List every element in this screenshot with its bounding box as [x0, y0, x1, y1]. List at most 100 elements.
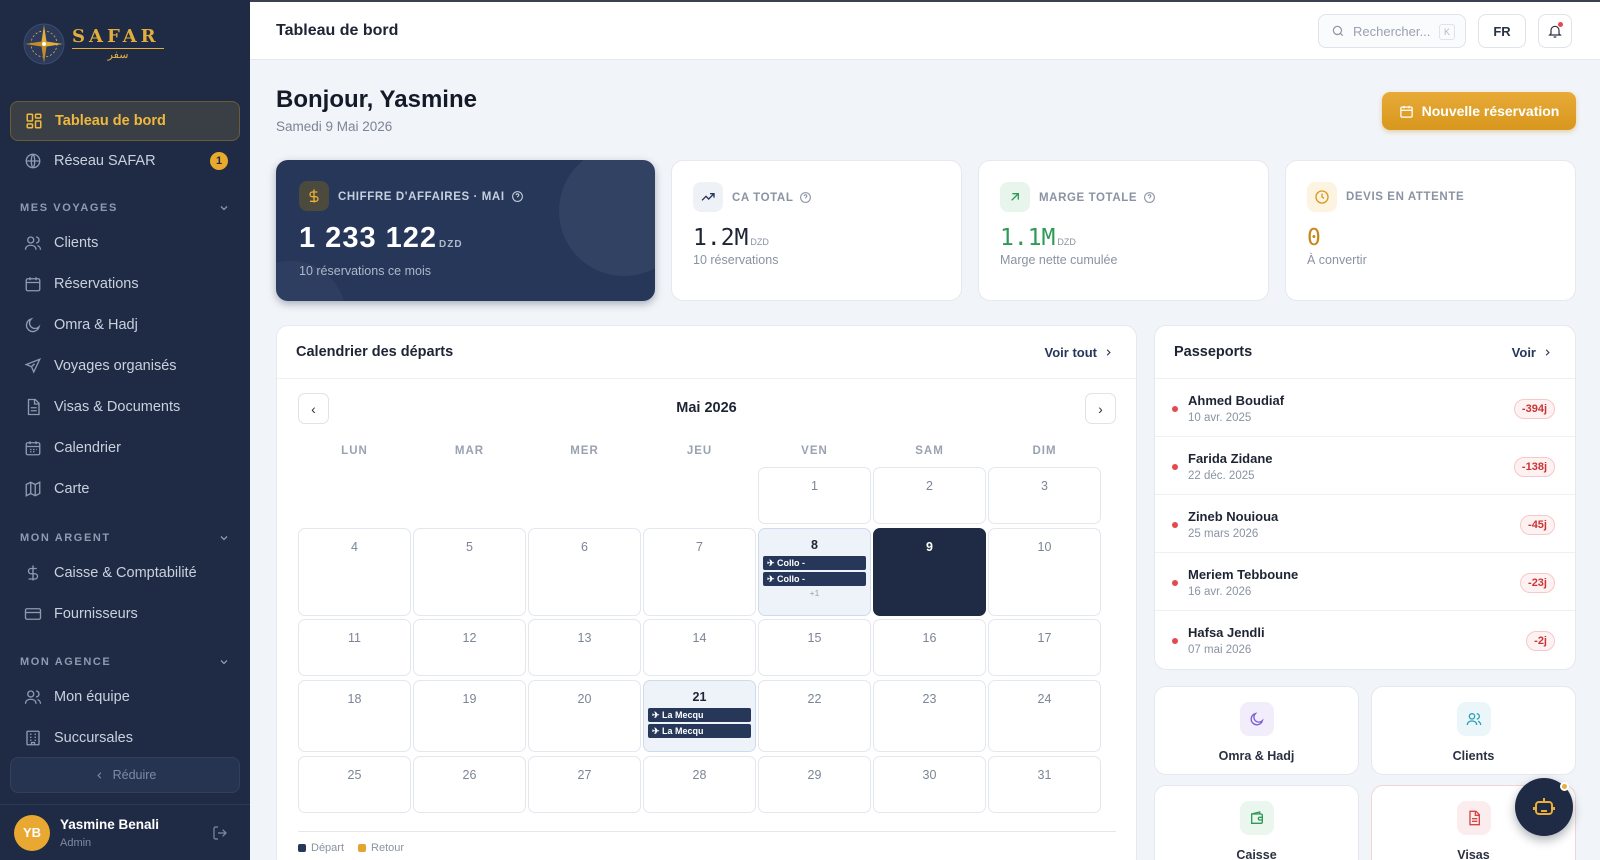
calendar-day[interactable]: 26	[413, 756, 526, 813]
calendar-day[interactable]: 9	[873, 528, 986, 616]
sidebar-item-carte[interactable]: Carte	[10, 469, 240, 509]
calendar-day[interactable]: 27	[528, 756, 641, 813]
calendar-day[interactable]: 31	[988, 756, 1101, 813]
sidebar-item-succursales[interactable]: Succursales	[10, 718, 240, 758]
user-name: Yasmine Benali	[60, 816, 160, 832]
calendar-day[interactable]: 3	[988, 467, 1101, 524]
passport-row[interactable]: Zineb Nouioua 25 mars 2026 -45j	[1155, 494, 1575, 552]
calendar-day[interactable]: 6	[528, 528, 641, 616]
section-mon-agence[interactable]: MON AGENCE	[20, 656, 230, 668]
top-bar: Tableau de bord Rechercher... K FR	[250, 0, 1600, 60]
help-icon[interactable]	[799, 191, 812, 204]
chevron-right-icon	[1106, 349, 1111, 356]
kpi-label: CA TOTAL	[732, 191, 812, 204]
wallet-icon	[1239, 801, 1274, 835]
sidebar-item-equipe[interactable]: Mon équipe	[10, 677, 240, 717]
calendar-day[interactable]: 29	[758, 756, 871, 813]
calendar-day[interactable]: 14	[643, 619, 756, 676]
chevron-down-icon	[220, 536, 228, 541]
shortcut-omra[interactable]: Omra & Hadj	[1154, 686, 1359, 775]
calendar-day[interactable]: 19	[413, 680, 526, 752]
help-icon[interactable]	[511, 190, 524, 203]
calendar-day[interactable]: 11	[298, 619, 411, 676]
sidebar-item-label: Tableau de bord	[55, 113, 166, 129]
new-reservation-button[interactable]: Nouvelle réservation	[1382, 92, 1576, 130]
card-icon	[24, 608, 42, 620]
sidebar-item-reservations[interactable]: Réservations	[10, 264, 240, 304]
sidebar-item-voyages[interactable]: Voyages organisés	[10, 346, 240, 386]
day-number: 24	[1037, 692, 1052, 706]
language-switch[interactable]: FR	[1478, 14, 1526, 48]
calendar-day[interactable]: 22	[758, 680, 871, 752]
calendar-day[interactable]: 7	[643, 528, 756, 616]
calendar-day[interactable]: 24	[988, 680, 1101, 752]
notifications-button[interactable]	[1538, 14, 1572, 48]
passport-row[interactable]: Meriem Tebboune 16 avr. 2026 -23j	[1155, 552, 1575, 610]
day-number: 21	[692, 690, 707, 704]
departure-event[interactable]: ✈ Collo -	[763, 572, 866, 586]
departure-event[interactable]: ✈ Collo -	[763, 556, 866, 570]
calendar-day[interactable]: 13	[528, 619, 641, 676]
sidebar-item-fournisseurs[interactable]: Fournisseurs	[10, 594, 240, 634]
shortcut-label: Visas	[1457, 848, 1490, 860]
calendar-day[interactable]: 18	[298, 680, 411, 752]
calendar-day[interactable]: 23	[873, 680, 986, 752]
day-number: 9	[926, 540, 933, 554]
kpi-subtitle: À convertir	[1307, 253, 1367, 267]
calendar-day[interactable]: 4	[298, 528, 411, 616]
section-mon-argent[interactable]: MON ARGENT	[20, 532, 230, 544]
search-input[interactable]: Rechercher... K	[1318, 14, 1466, 48]
calendar-day[interactable]: 30	[873, 756, 986, 813]
calendar-day[interactable]: 16	[873, 619, 986, 676]
greeting-title: Bonjour, Yasmine	[276, 86, 477, 113]
calendar-day[interactable]: 8 ✈ Collo - ✈ Collo - +1	[758, 528, 871, 616]
sidebar-item-reseau[interactable]: Réseau SAFAR 1	[10, 141, 240, 181]
shortcut-label: Omra & Hadj	[1218, 749, 1295, 763]
legend-label: Retour	[371, 842, 405, 854]
departure-event[interactable]: ✈ La Mecqu	[648, 724, 751, 738]
day-number: 11	[348, 631, 361, 645]
calendar-day[interactable]: 15	[758, 619, 871, 676]
calendar-day[interactable]: 1	[758, 467, 871, 524]
logout-icon[interactable]	[212, 825, 228, 841]
view-all-link[interactable]: Voir tout	[1045, 345, 1114, 360]
more-events-indicator[interactable]: +1	[759, 588, 870, 598]
compass-logo-icon	[23, 23, 65, 65]
calendar-day[interactable]: 20	[528, 680, 641, 752]
sidebar-item-visas[interactable]: Visas & Documents	[10, 387, 240, 427]
sidebar-item-dashboard[interactable]: Tableau de bord	[10, 101, 240, 141]
sidebar-item-calendrier[interactable]: Calendrier	[10, 428, 240, 468]
next-month-button[interactable]: ›	[1085, 393, 1116, 424]
notification-badge: 1	[210, 152, 228, 170]
calendar-day[interactable]: 2	[873, 467, 986, 524]
sidebar-item-clients[interactable]: Clients	[10, 223, 240, 263]
day-number: 1	[811, 479, 818, 493]
help-icon[interactable]	[1143, 191, 1156, 204]
calendar-day[interactable]: 12	[413, 619, 526, 676]
previous-month-button[interactable]: ‹	[298, 393, 329, 424]
kpi-value: 1.2M DZD	[693, 225, 769, 251]
passports-card: Passeports Voir Ahmed Boudiaf 10 avr. 20…	[1154, 325, 1576, 670]
passport-row[interactable]: Ahmed Boudiaf 10 avr. 2025 -394j	[1155, 378, 1575, 436]
shortcut-clients[interactable]: Clients	[1371, 686, 1576, 775]
departure-event[interactable]: ✈ La Mecqu	[648, 708, 751, 722]
collapse-sidebar-button[interactable]: Réduire	[10, 757, 240, 793]
sidebar-item-caisse[interactable]: Caisse & Comptabilité	[10, 553, 240, 593]
calendar-day[interactable]: 10	[988, 528, 1101, 616]
calendar-day[interactable]: 21 ✈ La Mecqu ✈ La Mecqu	[643, 680, 756, 752]
view-passports-link[interactable]: Voir	[1512, 345, 1553, 360]
shortcut-caisse[interactable]: Caisse	[1154, 785, 1359, 860]
legend-swatch	[298, 844, 306, 852]
passport-row[interactable]: Hafsa Jendli 07 mai 2026 -2j	[1155, 610, 1575, 668]
calendar-day[interactable]: 5	[413, 528, 526, 616]
brand-logo[interactable]: SAFAR سفر	[22, 22, 164, 66]
sidebar-item-omra[interactable]: Omra & Hadj	[10, 305, 240, 345]
user-profile[interactable]: YB Yasmine Benali Admin	[0, 804, 250, 860]
card-title: Calendrier des départs	[296, 344, 454, 360]
calendar-day[interactable]: 28	[643, 756, 756, 813]
passport-row[interactable]: Farida Zidane 22 déc. 2025 -138j	[1155, 436, 1575, 494]
calendar-day[interactable]: 17	[988, 619, 1101, 676]
calendar-day[interactable]: 25	[298, 756, 411, 813]
section-mes-voyages[interactable]: MES VOYAGES	[20, 202, 230, 214]
assistant-bot-button[interactable]	[1515, 778, 1573, 836]
